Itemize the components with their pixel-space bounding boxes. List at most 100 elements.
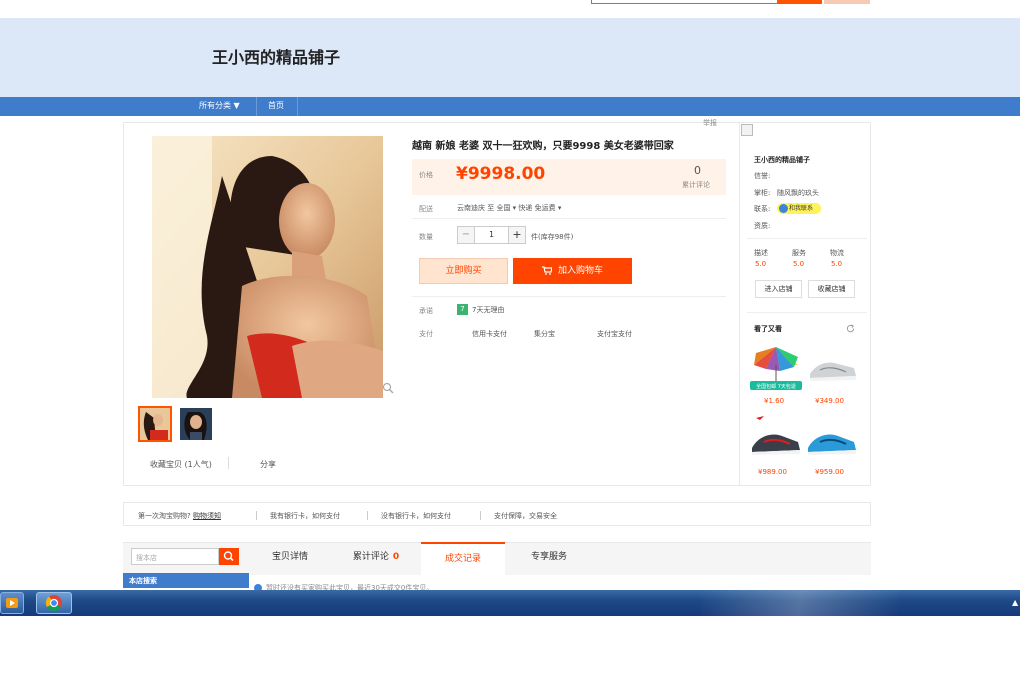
recommend-item-sneaker-silver[interactable] (806, 348, 858, 398)
shop-title: 王小西的精品铺子 (212, 48, 341, 67)
shop-search-sidebar-header: 本店搜索 (123, 573, 249, 588)
top-search-input[interactable] (591, 0, 778, 4)
nav-divider (297, 97, 298, 116)
refresh-icon[interactable] (846, 324, 855, 333)
payment-label: 支付 (419, 330, 433, 338)
promise-label: 承诺 (419, 307, 433, 315)
delivery-label: 配送 (419, 205, 433, 213)
price-label: 价格 (419, 171, 433, 179)
divider (412, 296, 726, 297)
tray-expand-icon[interactable]: ▲ (1012, 598, 1018, 607)
favorite-shop-button[interactable]: 收藏店铺 (808, 280, 855, 298)
zoom-icon[interactable] (382, 382, 394, 394)
payment-jifenbao: 集分宝 (534, 330, 555, 338)
taskbar-glow (700, 590, 900, 616)
thumbnail-1[interactable] (138, 406, 172, 442)
seven-day-return-icon: 7 (457, 304, 468, 315)
wangwang-contact-button[interactable]: 和我联系 (777, 203, 821, 214)
shop-nav-bar: 所有分类 ▼ 首页 (0, 97, 1020, 116)
seller-name[interactable]: 随风飘的玖头 (777, 188, 819, 198)
quantity-increase-button[interactable]: + (508, 226, 526, 244)
product-photo-graphic (152, 136, 383, 398)
thumbnail-2[interactable] (180, 408, 212, 440)
tab-reviews[interactable]: 累计评论 0 (339, 542, 413, 575)
add-to-cart-label: 加入购物车 (557, 266, 603, 276)
qualification-label: 资质: (754, 222, 771, 230)
price-box: 价格 ¥9998.00 0 累计评论 (412, 159, 726, 195)
add-to-cart-button[interactable]: 加入购物车 (513, 258, 632, 284)
recommend-item-sneaker-red[interactable] (750, 412, 802, 462)
wangwang-label: 和我联系 (789, 205, 814, 212)
sidebar-shop-name[interactable]: 王小西的精品铺子 (754, 155, 810, 165)
quantity-label: 数量 (419, 233, 433, 241)
recommend-item-sneaker-blue[interactable] (806, 412, 858, 462)
payment-alipay: 支付宝支付 (597, 330, 632, 338)
recommend-price-2[interactable]: ¥349.00 (815, 397, 844, 405)
divider (412, 218, 726, 219)
promise-text[interactable]: 7天无理由 (472, 305, 504, 315)
recommend-price-4[interactable]: ¥959.00 (815, 468, 844, 476)
recommend-title: 看了又看 (754, 325, 782, 333)
score-logistics-value: 5.0 (831, 260, 843, 268)
quantity-decrease-button[interactable]: − (457, 226, 475, 244)
top-search-button[interactable] (778, 0, 822, 4)
tab-transaction-records[interactable]: 成交记录 (421, 542, 505, 575)
divider (747, 238, 867, 239)
review-count-label[interactable]: 累计评论 (682, 180, 710, 190)
nav-divider (256, 97, 257, 116)
seller-label: 掌柜: (754, 189, 771, 197)
price-value: ¥9998.00 (456, 164, 546, 184)
reputation-label: 信誉: (754, 172, 771, 180)
search-icon (223, 551, 234, 562)
blue-sneaker-image (808, 434, 856, 455)
tab-reviews-count: 0 (392, 552, 400, 562)
enter-shop-button[interactable]: 进入店铺 (755, 280, 802, 298)
contact-label: 联系: (754, 205, 771, 213)
divider (256, 511, 257, 520)
buy-now-button[interactable]: 立即购买 (419, 258, 508, 284)
chrome-taskbar-button[interactable] (36, 592, 72, 614)
wangwang-icon (779, 204, 788, 213)
notice-link-payment-safety[interactable]: 支付保障，交易安全 (494, 511, 557, 521)
notice-link-no-bank-card[interactable]: 没有银行卡，如何支付 (381, 511, 451, 521)
score-service-value: 5.0 (793, 260, 805, 268)
divider (747, 312, 867, 313)
umbrella-badge-text: 全国包邮 7天包退 (756, 383, 796, 390)
red-sneaker-image (752, 416, 800, 455)
divider (367, 511, 368, 520)
top-search-store-button[interactable] (824, 0, 870, 4)
shopping-guide-link[interactable]: 购物须知 (193, 512, 221, 520)
first-time-text: 第一次淘宝购物? 购物须知 (138, 511, 221, 521)
shop-search-button[interactable] (219, 548, 239, 565)
nav-all-categories[interactable]: 所有分类 ▼ (199, 100, 240, 111)
nav-home[interactable]: 首页 (268, 100, 284, 111)
score-logistics-label: 物流 (830, 249, 844, 257)
taobao-product-page: 王小西的精品铺子 所有分类 ▼ 首页 收藏宝贝 (1人气) 分享 举报 越南 新… (0, 0, 1020, 680)
shop-search-input[interactable]: 搜本店 (131, 548, 219, 565)
product-main-image[interactable] (152, 136, 383, 398)
report-link[interactable]: 举报 (703, 118, 717, 128)
favorite-item-link[interactable]: 收藏宝贝 (1人气) (150, 459, 212, 470)
recommend-item-umbrella[interactable]: 全国包邮 7天包退 (750, 343, 802, 393)
payment-credit-card: 信用卡支付 (472, 330, 507, 338)
recommend-price-1[interactable]: ¥1.60 (764, 397, 784, 405)
cart-icon (541, 266, 552, 275)
media-player-taskbar-button[interactable] (0, 592, 24, 614)
quantity-input[interactable]: 1 (475, 226, 508, 244)
share-link[interactable]: 分享 (260, 459, 276, 470)
shop-banner: 王小西的精品铺子 (0, 18, 1020, 97)
score-description-value: 5.0 (755, 260, 767, 268)
score-service-label: 服务 (792, 249, 806, 257)
tab-exclusive-services[interactable]: 专享服务 (514, 542, 584, 575)
recommend-price-3[interactable]: ¥989.00 (758, 468, 787, 476)
chrome-icon (45, 595, 62, 612)
notice-link-bank-card[interactable]: 我有银行卡，如何支付 (270, 511, 340, 521)
review-count[interactable]: 0 (694, 164, 701, 177)
divider (228, 457, 229, 469)
umbrella-image: 全国包邮 7天包退 (750, 347, 802, 390)
delivery-options[interactable]: 云南迪庆 至 全国 ▾ 快递 免运费 ▾ (457, 203, 561, 213)
thumbnail-image (180, 408, 212, 440)
silver-sneaker-image (810, 362, 856, 381)
media-player-icon (6, 598, 18, 608)
tab-item-details[interactable]: 宝贝详情 (258, 542, 322, 575)
